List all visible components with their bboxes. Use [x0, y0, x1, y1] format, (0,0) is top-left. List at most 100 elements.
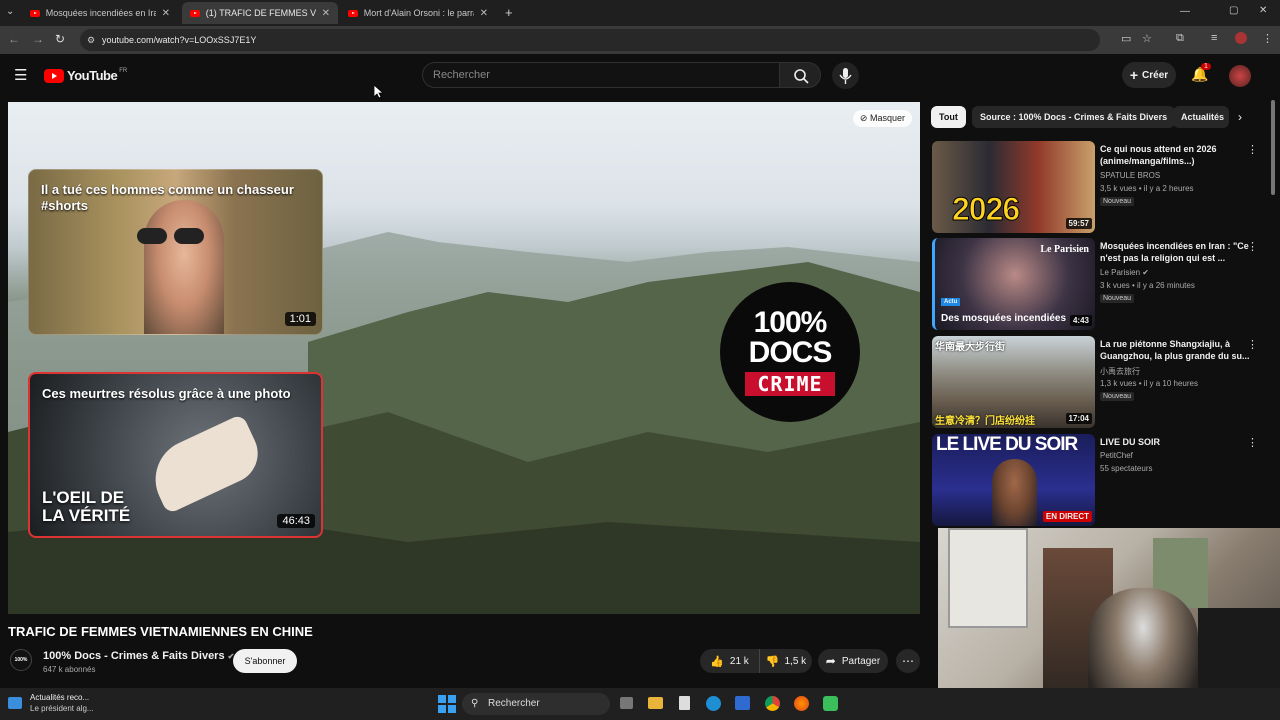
close-tab-icon[interactable]: ✕: [322, 8, 330, 19]
card-duration: 46:43: [277, 514, 315, 528]
end-card-video[interactable]: Ces meurtres résolus grâce à une photo L…: [28, 372, 323, 538]
share-arrow-icon: ➦: [825, 654, 836, 668]
firefox-icon[interactable]: [794, 696, 809, 711]
cast-icon[interactable]: ▭: [1121, 32, 1131, 45]
search-input[interactable]: Rechercher: [422, 62, 780, 88]
card-duration: 1:01: [284, 312, 316, 326]
video-thumbnail[interactable]: Le Parisien Actu Des mosquées incendiées…: [932, 238, 1095, 330]
chip-source[interactable]: Source : 100% Docs - Crimes & Faits Dive…: [972, 106, 1176, 128]
weather-news-icon: [8, 697, 22, 709]
app-icon[interactable]: [823, 696, 838, 711]
voice-search-button[interactable]: [832, 62, 859, 89]
verified-icon: ✔: [1142, 268, 1149, 277]
account-avatar[interactable]: [1229, 65, 1251, 87]
minimize-icon[interactable]: —: [1180, 6, 1190, 17]
chrome-icon[interactable]: [765, 696, 780, 711]
more-vertical-icon[interactable]: ⋮: [1247, 436, 1258, 449]
recommendation-item[interactable]: 华南最大步行街 生意冷清？门店纷纷挂 17:04 La rue piétonne…: [932, 336, 1272, 428]
edge-icon[interactable]: [706, 696, 721, 711]
rec-meta: 3 k vues • il y a 26 minutes: [1100, 281, 1195, 290]
sunglasses-image: [137, 228, 167, 244]
taskbar-search[interactable]: ⚲ Rechercher: [462, 693, 610, 715]
dislike-button[interactable]: 👎 1,5 k: [760, 649, 812, 673]
search-button[interactable]: [779, 62, 821, 88]
more-vertical-icon[interactable]: ⋮: [1247, 338, 1258, 351]
card-overlay-text: L'OEIL DE LA VÉRITÉ: [42, 488, 131, 525]
browser-tab-bar: ⌄ Mosquées incendiées en Iran : "Ce ✕ (1…: [0, 0, 1280, 26]
youtube-favicon-icon: [30, 9, 40, 17]
browser-menu-icon[interactable]: ⋮: [1262, 32, 1273, 45]
tab-mosquees[interactable]: Mosquées incendiées en Iran : "Ce ✕: [22, 2, 178, 24]
youtube-logo[interactable]: YouTube FR: [44, 68, 127, 83]
search-icon: [794, 69, 809, 84]
forward-icon[interactable]: →: [32, 32, 44, 46]
more-vertical-icon[interactable]: ⋮: [1247, 143, 1258, 156]
rec-title: La rue piétonne Shangxiajiu, à Guangzhou…: [1100, 339, 1250, 361]
rec-channel: 小禹去旅行: [1100, 367, 1140, 376]
chevron-right-icon[interactable]: ›: [1238, 110, 1242, 124]
recommendation-item[interactable]: Le Parisien Actu Des mosquées incendiées…: [932, 238, 1272, 330]
new-tab-icon[interactable]: +: [505, 5, 513, 20]
tab-list-icon[interactable]: ⌄: [6, 6, 14, 17]
back-icon[interactable]: ←: [8, 32, 20, 46]
close-tab-icon[interactable]: ✕: [480, 8, 488, 19]
store-icon[interactable]: [735, 696, 750, 710]
extensions-icon[interactable]: ⧉: [1176, 32, 1184, 45]
subscriber-count: 647 k abonnés: [43, 665, 96, 674]
chip-news[interactable]: Actualités: [1173, 106, 1229, 128]
thumbs-up-icon: 👍: [710, 655, 724, 668]
maximize-icon[interactable]: ▢: [1229, 5, 1238, 16]
video-player[interactable]: ⊘ Masquer Il a tué ces hommes comme un c…: [8, 102, 920, 614]
card-title: Ces meurtres résolus grâce à une photo: [42, 386, 291, 401]
more-actions-button[interactable]: ⋯: [896, 649, 920, 673]
notifications-button[interactable]: 🔔 1: [1191, 63, 1211, 84]
end-card-shorts[interactable]: Il a tué ces hommes comme un chasseur #s…: [28, 169, 323, 335]
bookmark-star-icon[interactable]: ☆: [1142, 32, 1152, 45]
close-tab-icon[interactable]: ✕: [162, 8, 170, 19]
guide-menu-icon[interactable]: ☰: [14, 66, 27, 84]
task-view-icon[interactable]: [620, 697, 633, 709]
file-explorer-icon[interactable]: [648, 697, 663, 709]
create-button[interactable]: + Créer: [1122, 62, 1176, 88]
recommendation-item[interactable]: LE LIVE DU SOIR EN DIRECT LIVE DU SOIR P…: [932, 434, 1272, 526]
more-vertical-icon[interactable]: ⋮: [1247, 240, 1258, 253]
video-thumbnail[interactable]: 华南最大步行街 生意冷清？门店纷纷挂 17:04: [932, 336, 1095, 428]
close-window-icon[interactable]: ✕: [1259, 5, 1267, 16]
youtube-header: ☰ YouTube FR Rechercher + Créer 🔔 1: [0, 54, 1280, 98]
live-badge: EN DIRECT: [1042, 511, 1092, 522]
mouse-cursor-icon: [374, 85, 384, 99]
tab-trafic[interactable]: (1) TRAFIC DE FEMMES VIETNAMIE ✕: [182, 2, 338, 24]
channel-name[interactable]: 100% Docs - Crimes & Faits Divers ✔: [43, 650, 234, 662]
reading-list-icon[interactable]: ≡: [1211, 32, 1217, 44]
channel-avatar[interactable]: 100%: [10, 649, 32, 671]
notepad-icon[interactable]: [679, 696, 690, 710]
rec-channel: PetitChef: [1100, 451, 1133, 460]
more-horizontal-icon: ⋯: [902, 654, 914, 668]
url-field[interactable]: ⚙ youtube.com/watch?v=LOOxSSJ7E1Y: [80, 29, 1100, 51]
share-button[interactable]: ➦ Partager: [818, 649, 888, 673]
channel-watermark-logo[interactable]: 100% DOCS CRIME: [720, 282, 860, 422]
thumbs-down-icon: 👎: [765, 655, 780, 668]
video-title: TRAFIC DE FEMMES VIETNAMIENNES EN CHINE: [8, 624, 313, 639]
chip-all[interactable]: Tout: [931, 106, 966, 128]
windows-start-icon[interactable]: [438, 695, 456, 713]
video-thumbnail[interactable]: LE LIVE DU SOIR EN DIRECT: [932, 434, 1095, 526]
rec-title: LIVE DU SOIR: [1100, 437, 1161, 447]
notification-count-badge: 1: [1201, 63, 1211, 70]
recommendation-item[interactable]: 2026 59:57 Ce qui nous attend en 2026 (a…: [932, 141, 1272, 233]
new-badge: Nouveau: [1100, 392, 1135, 401]
tab-orsoni[interactable]: Mort d'Alain Orsoni : le parrain d ✕: [340, 2, 496, 24]
host-image: [992, 459, 1037, 526]
scrollbar-thumb[interactable]: [1271, 100, 1275, 195]
site-info-icon[interactable]: ⚙: [87, 29, 95, 51]
new-badge: Nouveau: [1100, 294, 1135, 303]
card-title: Il a tué ces hommes comme un chasseur #s…: [41, 182, 294, 213]
like-dislike-group: 👍 21 k 👎 1,5 k: [700, 649, 812, 673]
subscribe-button[interactable]: S'abonner: [233, 649, 297, 673]
video-thumbnail[interactable]: 2026 59:57: [932, 141, 1095, 233]
youtube-favicon-icon: [190, 9, 200, 17]
reload-icon[interactable]: ↻: [55, 32, 65, 46]
like-button[interactable]: 👍 21 k: [700, 649, 760, 673]
profile-avatar-icon[interactable]: [1235, 32, 1247, 44]
hide-cards-button[interactable]: ⊘ Masquer: [852, 110, 912, 127]
